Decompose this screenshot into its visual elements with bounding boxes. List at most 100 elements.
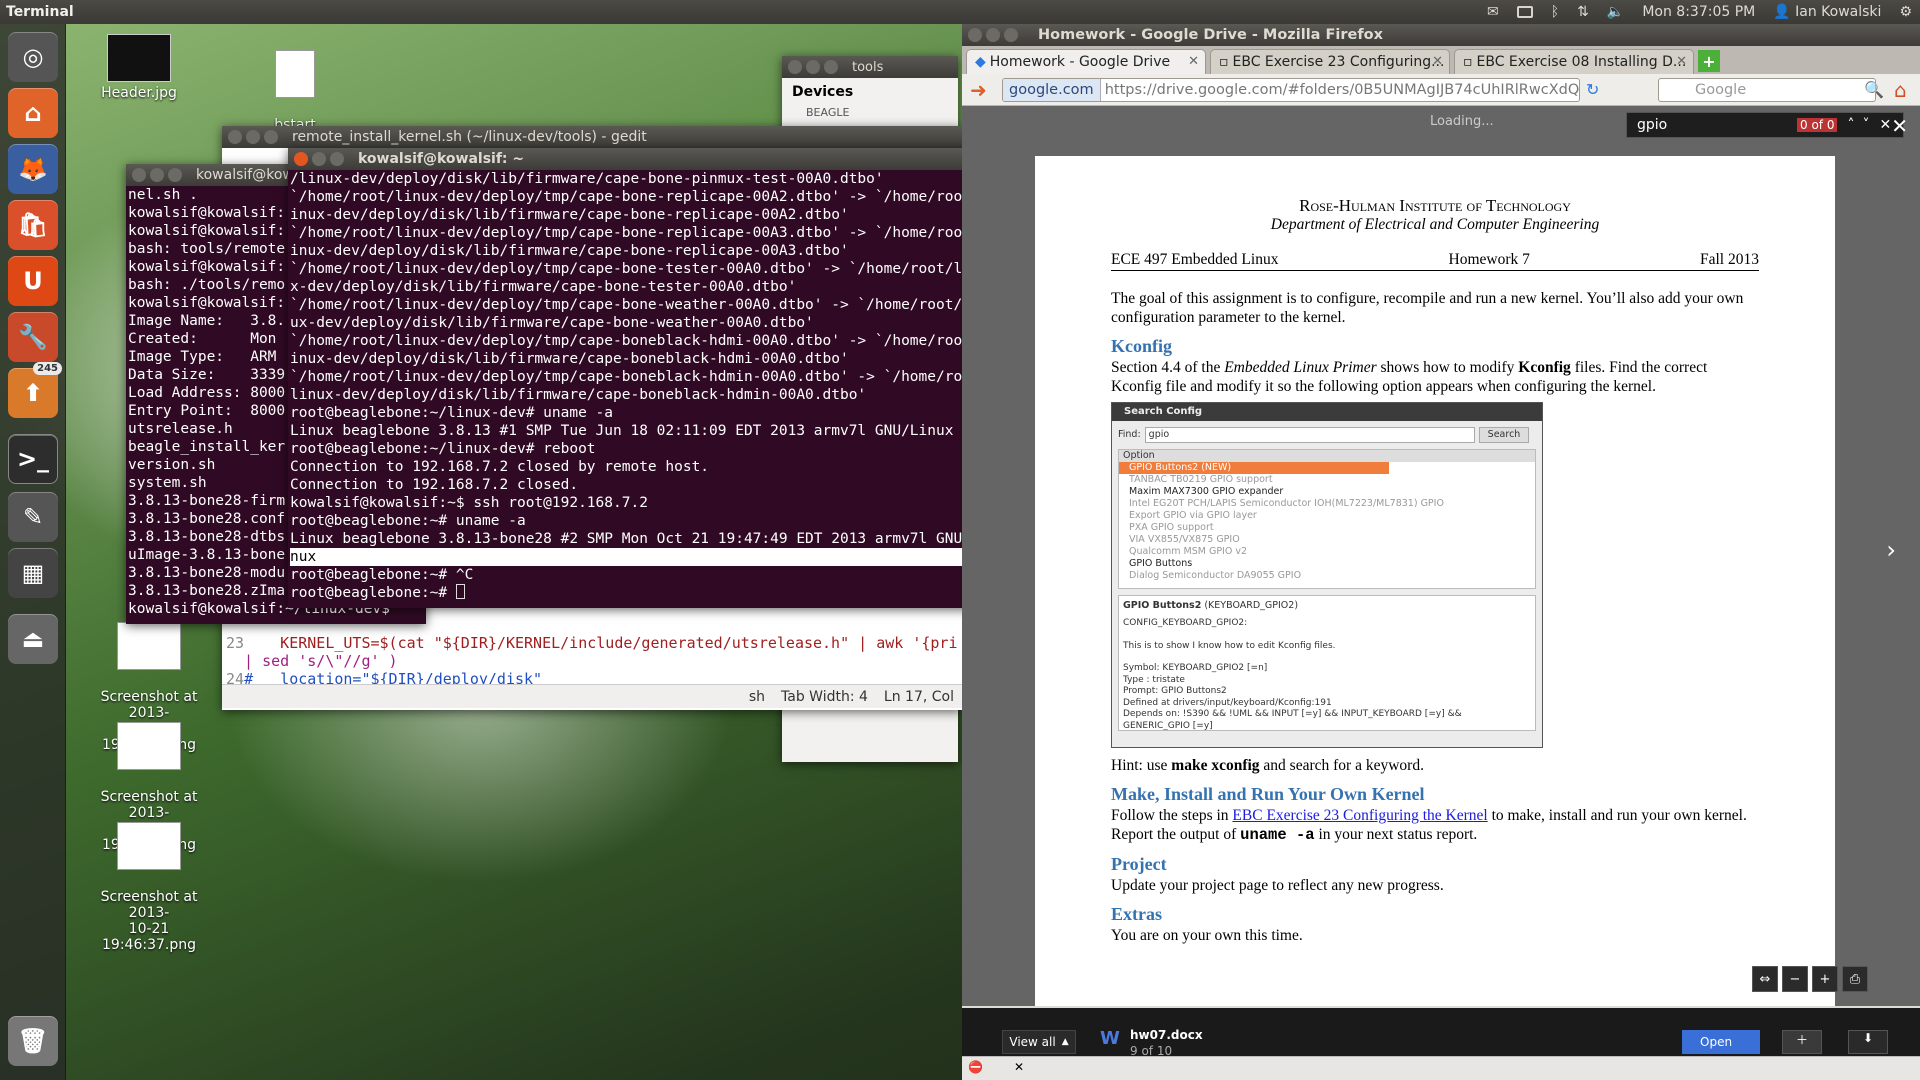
ebc-exercise-23-link[interactable]: EBC Exercise 23 Configuring the Kernel: [1232, 807, 1487, 824]
zoom-in-icon[interactable]: +: [1812, 966, 1838, 992]
back-arrow-icon[interactable]: ➜: [970, 78, 987, 102]
reload-icon[interactable]: ↻: [1586, 80, 1599, 99]
firefox-titlebar[interactable]: Homework - Google Drive - Mozilla Firefo…: [962, 24, 1920, 46]
minimize-icon[interactable]: [246, 130, 260, 144]
site-identity[interactable]: google.com: [1003, 79, 1101, 101]
maximize-icon[interactable]: [1004, 28, 1018, 42]
minimize-icon[interactable]: [806, 60, 820, 74]
terminal-line: root@beaglebone:~#: [290, 584, 1010, 602]
terminal-line: `/home/root/linux-dev/deploy/tmp/cape-bo…: [290, 261, 989, 277]
fit-width-icon[interactable]: ⇔: [1752, 966, 1778, 992]
heading-project: Project: [1111, 854, 1167, 874]
next-file-arrow-icon[interactable]: ›: [1886, 536, 1896, 564]
make-paragraph: Follow the steps in EBC Exercise 23 Conf…: [1111, 806, 1759, 845]
terminal-line: Linux beaglebone 3.8.13-bone28 #2 SMP Mo…: [290, 531, 989, 547]
unity-launcher: ◎ ⌂ 🦊 🛍 U 🔧 ⬆ 245 >_ ✎ ▦ ⏏ 🗑: [0, 24, 66, 1080]
desktop-icon-header[interactable]: Header.jpg: [84, 34, 194, 101]
print-icon[interactable]: ⎙: [1842, 966, 1868, 992]
settings-gear-icon[interactable]: ⚙: [1899, 4, 1912, 20]
battery-icon[interactable]: [1516, 6, 1533, 18]
detail-line: Depends on: !S390 && !UML && INPUT [=y] …: [1123, 709, 1462, 731]
file-manager-titlebar[interactable]: tools: [782, 56, 958, 78]
maximize-icon[interactable]: [264, 130, 278, 144]
tab-ebc-08[interactable]: ▫ EBC Exercise 08 Installing D... ✕: [1454, 49, 1694, 74]
maximize-icon[interactable]: [330, 152, 344, 166]
maximize-icon[interactable]: [168, 168, 182, 182]
close-tab-icon[interactable]: ✕: [1676, 54, 1687, 69]
clock[interactable]: Mon 8:37:05 PM: [1642, 4, 1755, 20]
home-folder-icon[interactable]: ⌂: [8, 88, 58, 138]
close-icon[interactable]: ✕: [1879, 117, 1891, 133]
trash-icon[interactable]: 🗑: [8, 1016, 58, 1066]
minimize-icon[interactable]: [986, 28, 1000, 42]
close-preview-icon[interactable]: ✕: [1891, 114, 1908, 138]
open-button[interactable]: Open: [1682, 1030, 1760, 1054]
device-beagle[interactable]: BEAGLE: [782, 106, 958, 119]
tab-strip: ◆ Homework - Google Drive ✕ ▫ EBC Exercise …: [962, 46, 1920, 74]
share-icon[interactable]: ＋: [1782, 1030, 1822, 1054]
close-icon[interactable]: [132, 168, 146, 182]
workspace-switcher-icon[interactable]: ▦: [8, 548, 58, 598]
bold-term: make xconfig: [1171, 757, 1260, 774]
url-bar[interactable]: google.com https://drive.google.com/#fol…: [1002, 78, 1580, 102]
tab-homework[interactable]: ◆ Homework - Google Drive ✕: [966, 49, 1206, 74]
close-tab-icon[interactable]: ✕: [1432, 54, 1443, 69]
find-input[interactable]: gpio: [1637, 117, 1797, 133]
window-title: Homework - Google Drive - Mozilla Firefo…: [1038, 27, 1383, 43]
volume-icon[interactable]: 🔈: [1607, 4, 1624, 20]
close-addon-bar-icon[interactable]: ✕: [1014, 1060, 1024, 1074]
text-run: Hint: use: [1111, 757, 1172, 774]
zoom-out-icon[interactable]: −: [1782, 966, 1808, 992]
close-icon[interactable]: [968, 28, 982, 42]
close-icon[interactable]: [788, 60, 802, 74]
navigation-bar: ➜ google.com https://drive.google.com/#f…: [962, 74, 1920, 106]
line-number: 23: [226, 634, 245, 652]
minimize-icon[interactable]: [150, 168, 164, 182]
tab-ebc-23[interactable]: ▫ EBC Exercise 23 Configuring... ✕: [1210, 49, 1450, 74]
view-all-button[interactable]: View all ▲: [1002, 1030, 1076, 1054]
text-run: shows how to modify: [1376, 359, 1519, 376]
ubuntu-one-icon[interactable]: U: [8, 256, 58, 306]
terminal-icon[interactable]: >_: [8, 434, 58, 484]
gedit-code-area[interactable]: 23 KERNEL_UTS=$(cat "${DIR}/KERNEL/inclu…: [222, 634, 962, 688]
maximize-icon[interactable]: [824, 60, 838, 74]
front-terminal-output[interactable]: /linux-dev/deploy/disk/lib/firmware/cape…: [288, 170, 1012, 608]
bluetooth-icon[interactable]: ᛒ: [1551, 4, 1559, 20]
option-detail: GPIO Buttons2 (KEYBOARD_GPIO2) CONFIG_KE…: [1118, 595, 1536, 731]
search-box[interactable]: Google: [1658, 78, 1876, 102]
usb-drive-icon[interactable]: ⏏: [8, 614, 58, 664]
home-icon[interactable]: ⌂: [1894, 78, 1907, 102]
adblock-icon[interactable]: ⛔: [968, 1060, 983, 1074]
find-bar[interactable]: gpio 0 of 0 ˄ ˅ ✕: [1626, 112, 1904, 138]
download-icon[interactable]: ⬇: [1848, 1030, 1888, 1054]
zoom-controls: ⇔ − + ⎙: [1752, 966, 1868, 992]
hint-paragraph: Hint: use make xconfig and search for a …: [1111, 756, 1759, 775]
search-icon[interactable]: 🔍: [1864, 80, 1884, 99]
minimize-icon[interactable]: [312, 152, 326, 166]
new-tab-icon[interactable]: +: [1698, 50, 1720, 72]
firefox-icon[interactable]: 🦊: [8, 144, 58, 194]
desktop-icon-label: Header.jpg: [101, 85, 177, 101]
network-icon[interactable]: ⇅: [1577, 4, 1589, 20]
update-manager-icon[interactable]: ⬆ 245: [8, 362, 62, 418]
gedit-titlebar[interactable]: remote_install_kernel.sh (~/linux-dev/to…: [222, 126, 962, 148]
close-icon[interactable]: [228, 130, 242, 144]
detail-line: CONFIG_KEYBOARD_GPIO2:: [1123, 618, 1248, 628]
software-center-icon[interactable]: 🛍: [8, 200, 58, 250]
mail-icon[interactable]: ✉: [1487, 4, 1499, 20]
desktop-icon-screenshot-3[interactable]: Screenshot at 2013- 10-21 19:46:37.png: [94, 806, 204, 953]
text-editor-icon[interactable]: ✎: [8, 492, 58, 542]
chevron-down-icon[interactable]: ˅: [1862, 117, 1869, 133]
close-tab-icon[interactable]: ✕: [1188, 54, 1199, 69]
system-settings-icon[interactable]: 🔧: [8, 312, 58, 362]
chevron-up-icon[interactable]: ˄: [1847, 117, 1854, 133]
option-row: Qualcomm MSM GPIO v2: [1129, 546, 1248, 557]
code-line: 23 KERNEL_UTS=$(cat "${DIR}/KERNEL/inclu…: [222, 634, 962, 652]
terminal-line: ux-dev/deploy/disk/lib/firmware/cape-bon…: [290, 315, 814, 331]
dash-home-icon[interactable]: ◎: [8, 32, 58, 82]
user-menu[interactable]: 👤 Ian Kowalski: [1773, 4, 1881, 20]
close-icon[interactable]: [294, 152, 308, 166]
front-terminal-titlebar[interactable]: kowalsif@kowalsif: ~: [288, 148, 1012, 170]
tab-width-selector[interactable]: Tab Width: 4: [781, 689, 868, 705]
language-selector[interactable]: sh: [749, 689, 765, 705]
